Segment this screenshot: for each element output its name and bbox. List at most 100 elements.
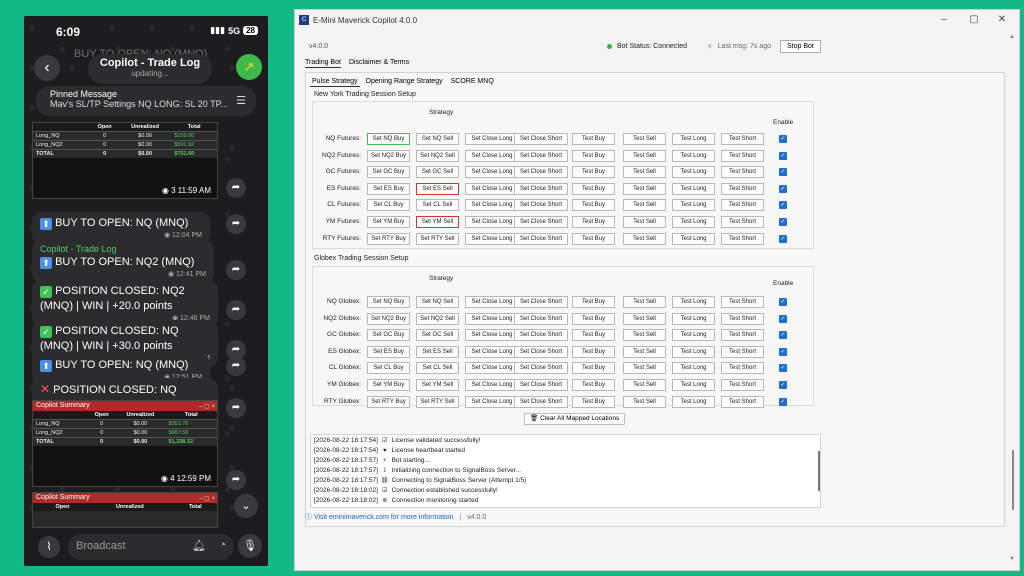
test-long-button[interactable]: Test Long [672,149,715,162]
test-buy-button[interactable]: Test Buy [572,216,615,228]
channel-avatar[interactable]: ↗ [236,54,262,80]
set-close-short-button[interactable]: Set Close Short [514,395,568,408]
test-buy-button[interactable]: Test Buy [572,312,615,325]
activity-log[interactable]: [2026-08-22 18:17:54] ☑ License validate… [310,434,821,508]
pin-list-icon[interactable]: ☰ [236,94,246,107]
test-short-button[interactable]: Test Short [721,312,764,325]
set-buy-button[interactable]: Set RTY Buy [367,395,410,408]
enable-checkbox[interactable]: ✓ [779,218,787,226]
enable-checkbox[interactable]: ✓ [779,201,787,210]
bell-icon[interactable]: 🔔︎ [192,539,206,552]
set-close-long-button[interactable]: Set Close Long [465,379,519,391]
tab-score-mnq[interactable]: SCORE MNQ [449,77,496,87]
close-icon[interactable]: ✕ [995,14,1009,25]
chat-message[interactable]: Copilot - Trade Log ⬆ BUY TO OPEN: NQ2 (M… [32,240,214,283]
test-buy-button[interactable]: Test Buy [572,296,615,308]
forward-icon[interactable]: ➦ [226,300,246,320]
tab-disclaimer[interactable]: Disclaimer & Terms [349,59,409,68]
set-close-long-button[interactable]: Set Close Long [465,216,519,228]
summary-image-1[interactable]: Open Unrealized Total Long_NQ 0 $0.00 $159.60… [32,122,218,199]
set-sell-button[interactable]: Set YM Sell [416,216,459,228]
log-scrollbar[interactable] [818,451,820,491]
set-buy-button[interactable]: Set NQ2 Buy [367,149,410,162]
test-long-button[interactable]: Test Long [672,312,715,325]
pinned-message[interactable]: Pinned Message Mav's SL/TP Settings NQ L… [36,86,256,116]
test-buy-button[interactable]: Test Buy [572,379,615,391]
tab-opening-range[interactable]: Opening Range Strategy [364,77,445,87]
test-sell-button[interactable]: Test Sell [623,232,666,245]
enable-checkbox[interactable]: ✓ [779,314,787,323]
set-buy-button[interactable]: Set YM Buy [367,379,410,391]
enable-checkbox[interactable]: ✓ [779,184,787,193]
test-short-button[interactable]: Test Short [721,166,764,179]
test-long-button[interactable]: Test Long [672,379,715,391]
test-buy-button[interactable]: Test Buy [572,362,615,375]
test-sell-button[interactable]: Test Sell [623,133,666,145]
tab-pulse-strategy[interactable]: Pulse Strategy [310,77,360,87]
test-sell-button[interactable]: Test Sell [623,216,666,228]
test-sell-button[interactable]: Test Sell [623,166,666,179]
set-close-long-button[interactable]: Set Close Long [465,329,519,342]
test-buy-button[interactable]: Test Buy [572,232,615,245]
test-long-button[interactable]: Test Long [672,199,715,212]
set-close-long-button[interactable]: Set Close Long [465,362,519,375]
minimize-icon[interactable]: – [937,14,951,25]
broadcast-input[interactable]: Broadcast 🔔︎ ◔ [68,534,234,560]
test-sell-button[interactable]: Test Sell [623,149,666,162]
set-sell-button[interactable]: Set YM Sell [416,379,459,391]
test-long-button[interactable]: Test Long [672,345,715,358]
test-short-button[interactable]: Test Short [721,149,764,162]
enable-checkbox[interactable]: ✓ [779,381,787,389]
test-buy-button[interactable]: Test Buy [572,166,615,179]
set-buy-button[interactable]: Set GC Buy [367,166,410,179]
set-close-short-button[interactable]: Set Close Short [514,166,568,179]
set-buy-button[interactable]: Set NQ Buy [367,296,410,308]
set-sell-button[interactable]: Set RTY Sell [416,232,459,245]
set-buy-button[interactable]: Set ES Buy [367,345,410,358]
test-buy-button[interactable]: Test Buy [572,345,615,358]
set-sell-button[interactable]: Set NQ Sell [416,296,459,308]
stop-bot-button[interactable]: Stop Bot [779,40,821,53]
scroll-down-icon[interactable]: ⌄ [234,494,258,518]
set-close-short-button[interactable]: Set Close Short [514,149,568,162]
enable-checkbox[interactable]: ✓ [779,347,787,356]
attach-icon[interactable]: ⌇ [38,536,60,558]
set-close-long-button[interactable]: Set Close Long [465,345,519,358]
test-short-button[interactable]: Test Short [721,345,764,358]
test-long-button[interactable]: Test Long [672,166,715,179]
set-buy-button[interactable]: Set NQ2 Buy [367,312,410,325]
set-close-short-button[interactable]: Set Close Short [514,312,568,325]
set-buy-button[interactable]: Set RTY Buy [367,232,410,245]
forward-icon[interactable]: ➦ [226,214,246,234]
test-short-button[interactable]: Test Short [721,232,764,245]
set-sell-button[interactable]: Set CL Sell [416,362,459,375]
test-sell-button[interactable]: Test Sell [623,395,666,408]
enable-checkbox[interactable]: ✓ [779,135,787,143]
test-long-button[interactable]: Test Long [672,296,715,308]
test-short-button[interactable]: Test Short [721,379,764,391]
test-sell-button[interactable]: Test Sell [623,362,666,375]
enable-checkbox[interactable]: ✓ [779,298,787,306]
test-short-button[interactable]: Test Short [721,182,764,195]
set-close-short-button[interactable]: Set Close Short [514,379,568,391]
set-close-short-button[interactable]: Set Close Short [514,199,568,212]
set-close-long-button[interactable]: Set Close Long [465,296,519,308]
scrollbar-thumb[interactable] [1012,450,1014,510]
set-close-long-button[interactable]: Set Close Long [465,312,519,325]
back-icon[interactable]: ‹ [34,55,60,81]
enable-checkbox[interactable]: ✓ [779,331,787,340]
forward-icon[interactable]: ➦ [226,356,246,376]
set-buy-button[interactable]: Set NQ Buy [367,133,410,145]
forward-icon[interactable]: ➦ [226,178,246,198]
test-buy-button[interactable]: Test Buy [572,199,615,212]
set-buy-button[interactable]: Set ES Buy [367,182,410,195]
forward-icon[interactable]: ➦ [226,470,246,490]
set-close-short-button[interactable]: Set Close Short [514,345,568,358]
maximize-icon[interactable]: ▢ [967,14,981,25]
test-buy-button[interactable]: Test Buy [572,133,615,145]
test-sell-button[interactable]: Test Sell [623,329,666,342]
test-short-button[interactable]: Test Short [721,199,764,212]
set-close-long-button[interactable]: Set Close Long [465,149,519,162]
test-buy-button[interactable]: Test Buy [572,329,615,342]
set-sell-button[interactable]: Set ES Sell [416,345,459,358]
